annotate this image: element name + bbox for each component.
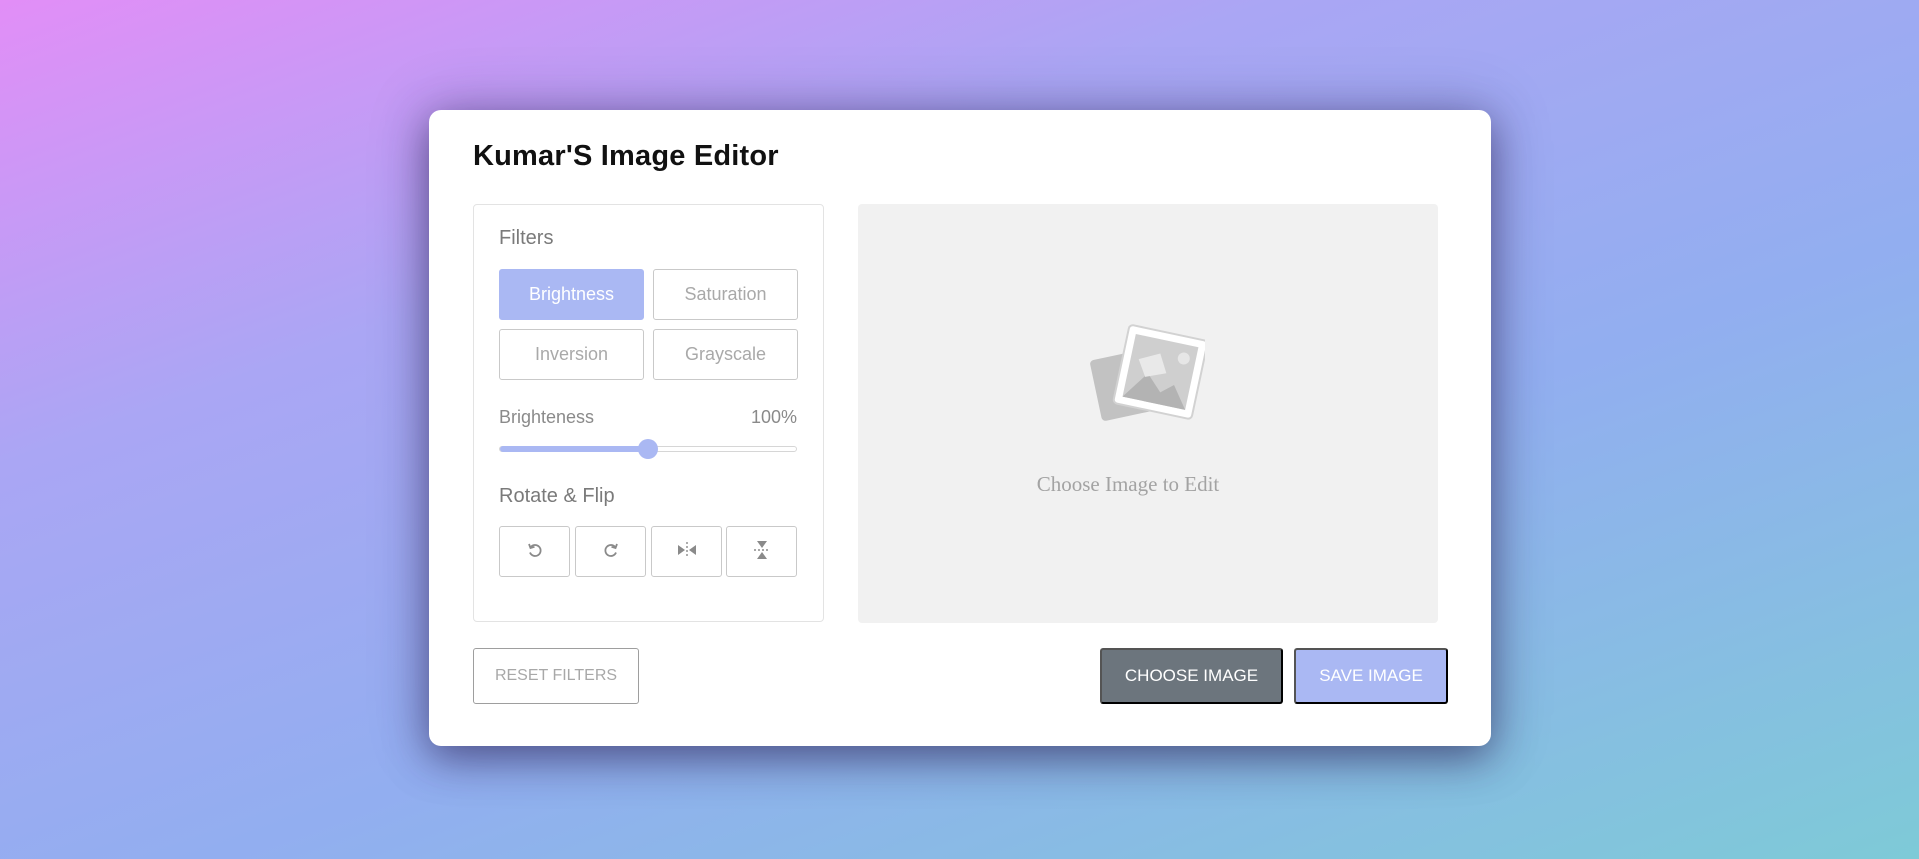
slider-name: Brighteness (499, 407, 595, 427)
rotate-right-button[interactable] (575, 526, 646, 577)
preview-placeholder-text: Choose Image to Edit (1036, 472, 1220, 496)
flip-vertical-icon (752, 539, 772, 564)
image-preview-area: Choose Image to Edit (858, 204, 1438, 623)
image-placeholder-icon (1085, 324, 1209, 434)
brightness-slider[interactable] (499, 439, 797, 459)
rotate-left-button[interactable] (499, 526, 570, 577)
slider-thumb[interactable] (638, 439, 658, 459)
filter-grayscale-button[interactable]: Grayscale (653, 329, 798, 380)
page-title: Kumar'S Image Editor (473, 140, 779, 172)
rotate-left-icon (525, 540, 545, 563)
controls-panel: Filters Brightness Saturation Inversion … (473, 204, 824, 622)
editor-card: Kumar'S Image Editor Filters Brightness … (429, 110, 1491, 746)
choose-image-button[interactable]: CHOOSE IMAGE (1100, 648, 1283, 704)
rotate-right-icon (601, 540, 621, 563)
reset-filters-button[interactable]: RESET FILTERS (473, 648, 639, 704)
rotate-flip-label: Rotate & Flip (499, 485, 615, 507)
save-image-button[interactable]: SAVE IMAGE (1294, 648, 1448, 704)
flip-horizontal-icon (676, 540, 698, 563)
filter-saturation-button[interactable]: Saturation (653, 269, 798, 320)
filters-label: Filters (499, 227, 554, 249)
filter-brightness-button[interactable]: Brightness (499, 269, 644, 320)
slider-info: Brighteness 100% (499, 407, 797, 428)
filter-inversion-button[interactable]: Inversion (499, 329, 644, 380)
slider-fill (500, 446, 648, 452)
flip-horizontal-button[interactable] (651, 526, 722, 577)
slider-value: 100% (750, 407, 797, 427)
flip-vertical-button[interactable] (726, 526, 797, 577)
